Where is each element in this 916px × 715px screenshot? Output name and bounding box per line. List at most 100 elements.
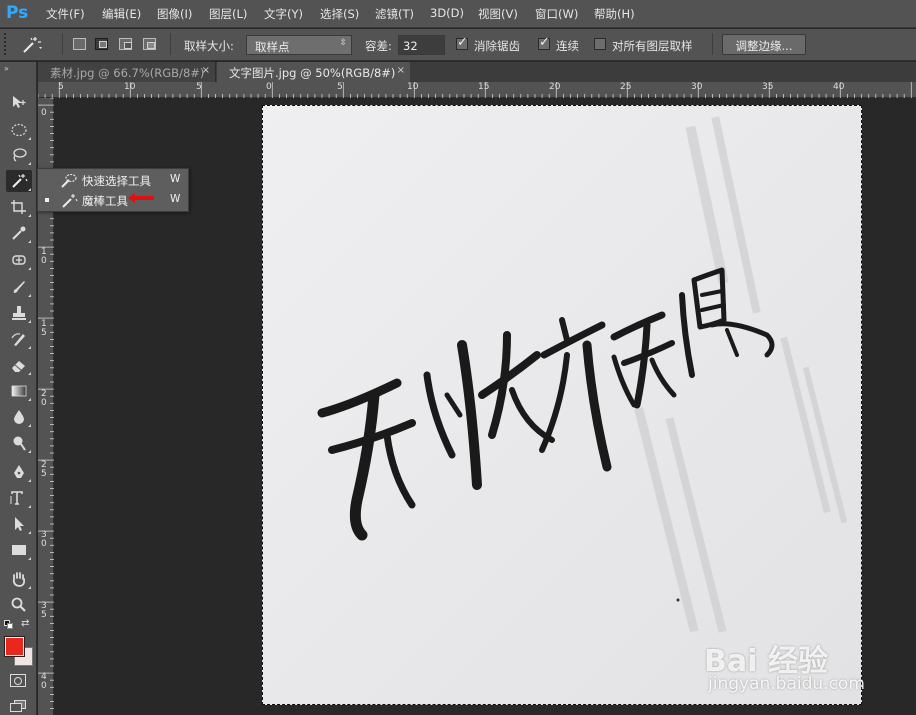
menu-help[interactable]: 帮助(H) <box>594 6 635 22</box>
tab-document-2[interactable]: 文字图片.jpg @ 50%(RGB/8#) × <box>217 62 410 82</box>
ruler-tick-label: 20 <box>549 82 561 92</box>
dodge-tool[interactable] <box>6 432 32 454</box>
foreground-color-swatch[interactable] <box>4 636 25 657</box>
dodge-icon <box>13 436 26 451</box>
ruler-tick-label: 3 5 <box>41 601 47 620</box>
pen-tool[interactable] <box>6 461 32 483</box>
updown-chevron-icon: ⇳ <box>339 38 347 48</box>
options-grip[interactable] <box>4 33 14 55</box>
hand-tool[interactable] <box>6 568 32 590</box>
clone-stamp-tool[interactable] <box>6 302 32 324</box>
ruler-tick-label: 0 <box>266 82 272 92</box>
menu-3d[interactable]: 3D(D) <box>430 6 464 20</box>
subtract-from-selection-icon[interactable] <box>119 38 132 50</box>
marquee-tool[interactable] <box>6 119 32 141</box>
divider <box>62 33 63 55</box>
ruler-tick-label: 30 <box>691 82 703 92</box>
ruler-tick-label: 5 <box>337 82 343 92</box>
zoom-tool[interactable] <box>6 594 32 616</box>
hand-icon <box>12 572 26 587</box>
checkmark-icon: ✓ <box>539 35 550 50</box>
menu-select[interactable]: 选择(S) <box>320 6 359 22</box>
refine-edge-button[interactable]: 调整边缘... <box>722 34 806 55</box>
eyedropper-tool[interactable] <box>6 222 32 244</box>
anti-alias-checkbox[interactable]: ✓ <box>456 35 468 50</box>
quick-selection-icon <box>60 173 78 189</box>
checkmark-icon: ✓ <box>457 35 468 50</box>
red-arrow-annotation-icon <box>126 192 156 204</box>
crop-tool[interactable] <box>6 196 32 218</box>
ruler-tick-label: 1 5 <box>41 319 47 338</box>
blur-tool[interactable] <box>6 406 32 428</box>
flyout-item-label: 魔棒工具 <box>82 194 128 208</box>
new-selection-icon[interactable] <box>73 38 86 50</box>
intersect-selection-icon[interactable] <box>143 38 156 50</box>
options-bar: 取样大小: 取样点 ⇳ 容差: 32 ✓ 消除锯齿 ✓ 连续 对所有图层取样 调… <box>0 29 916 61</box>
watermark-url: jingyan.baidu.com <box>708 674 865 694</box>
ruler-tick-label: 1 0 <box>41 247 47 266</box>
menu-edit[interactable]: 编辑(E) <box>102 6 141 22</box>
add-to-selection-icon[interactable] <box>95 38 108 50</box>
photoshop-logo: Ps <box>6 3 29 23</box>
ruler-tick-label: 4 0 <box>41 672 47 691</box>
move-tool[interactable] <box>6 91 32 113</box>
default-colors-icon[interactable] <box>4 620 14 630</box>
ruler-tick-label: 3 0 <box>41 530 47 549</box>
document-canvas[interactable] <box>262 105 862 705</box>
history-brush-icon <box>11 333 25 346</box>
menu-type[interactable]: 文字(Y) <box>264 6 303 22</box>
close-icon[interactable]: × <box>397 65 405 76</box>
ruler-tick-label: 5 <box>196 82 202 92</box>
contiguous-checkbox[interactable]: ✓ <box>538 35 550 50</box>
close-icon[interactable]: × <box>202 65 210 76</box>
zoom-icon <box>11 597 26 612</box>
menu-window[interactable]: 窗口(W) <box>535 6 578 22</box>
tab-label: 文字图片.jpg @ 50%(RGB/8#) <box>229 66 396 80</box>
ruler-tick-label: 5 <box>58 82 64 92</box>
menu-file[interactable]: 文件(F) <box>46 6 85 22</box>
flyout-item-label: 快速选择工具 <box>82 174 151 188</box>
magic-wand-tool[interactable] <box>6 170 32 192</box>
stamp-icon <box>12 306 26 320</box>
healing-brush-icon <box>12 255 26 265</box>
eraser-tool[interactable] <box>6 354 32 376</box>
sample-size-dropdown[interactable]: 取样点 ⇳ <box>246 35 352 55</box>
shortcut-key: W <box>170 173 181 185</box>
shortcut-key: W <box>170 193 181 205</box>
eraser-icon <box>12 361 25 372</box>
ruler-tick-label: 25 <box>620 82 632 92</box>
flyout-item-quick-selection[interactable]: 快速选择工具 W <box>38 171 188 191</box>
tolerance-input[interactable]: 32 <box>398 35 445 55</box>
ruler-tick-label: 0 <box>41 108 47 118</box>
quick-mask-icon[interactable] <box>10 674 26 687</box>
brush-tool[interactable] <box>6 276 32 298</box>
tool-flyout-menu: 快速选择工具 W 魔棒工具 W <box>37 168 189 212</box>
blur-drop-icon <box>14 410 24 424</box>
ruler-tick-label: 10 <box>124 82 136 92</box>
menu-view[interactable]: 视图(V) <box>478 6 518 22</box>
divider <box>712 33 713 55</box>
menu-filter[interactable]: 滤镜(T) <box>375 6 414 22</box>
rectangle-tool[interactable] <box>6 539 32 561</box>
collapse-panel-icon[interactable]: » <box>4 64 9 73</box>
sample-all-layers-label: 对所有图层取样 <box>612 39 693 53</box>
gradient-tool[interactable] <box>6 380 32 402</box>
flyout-item-magic-wand[interactable]: 魔棒工具 W <box>38 191 188 211</box>
sample-all-layers-checkbox[interactable] <box>594 38 606 50</box>
lasso-tool[interactable] <box>6 144 32 166</box>
tab-document-1[interactable]: 素材.jpg @ 66.7%(RGB/8#) × <box>38 62 216 82</box>
menu-image[interactable]: 图像(I) <box>157 6 192 22</box>
tolerance-label: 容差: <box>365 39 392 53</box>
magic-wand-preset-icon[interactable] <box>20 35 44 55</box>
type-tool[interactable] <box>6 487 32 509</box>
path-selection-tool[interactable] <box>6 513 32 535</box>
move-icon <box>13 96 26 108</box>
history-brush-tool[interactable] <box>6 328 32 350</box>
healing-brush-tool[interactable] <box>6 249 32 271</box>
menu-layer[interactable]: 图层(L) <box>209 6 247 22</box>
screen-mode-icon[interactable] <box>10 700 26 712</box>
eyedropper-icon <box>12 226 26 240</box>
ruler-tick-label: 35 <box>762 82 774 92</box>
swap-colors-icon[interactable]: ⇄ <box>21 618 29 629</box>
handwriting-artwork <box>262 105 862 705</box>
